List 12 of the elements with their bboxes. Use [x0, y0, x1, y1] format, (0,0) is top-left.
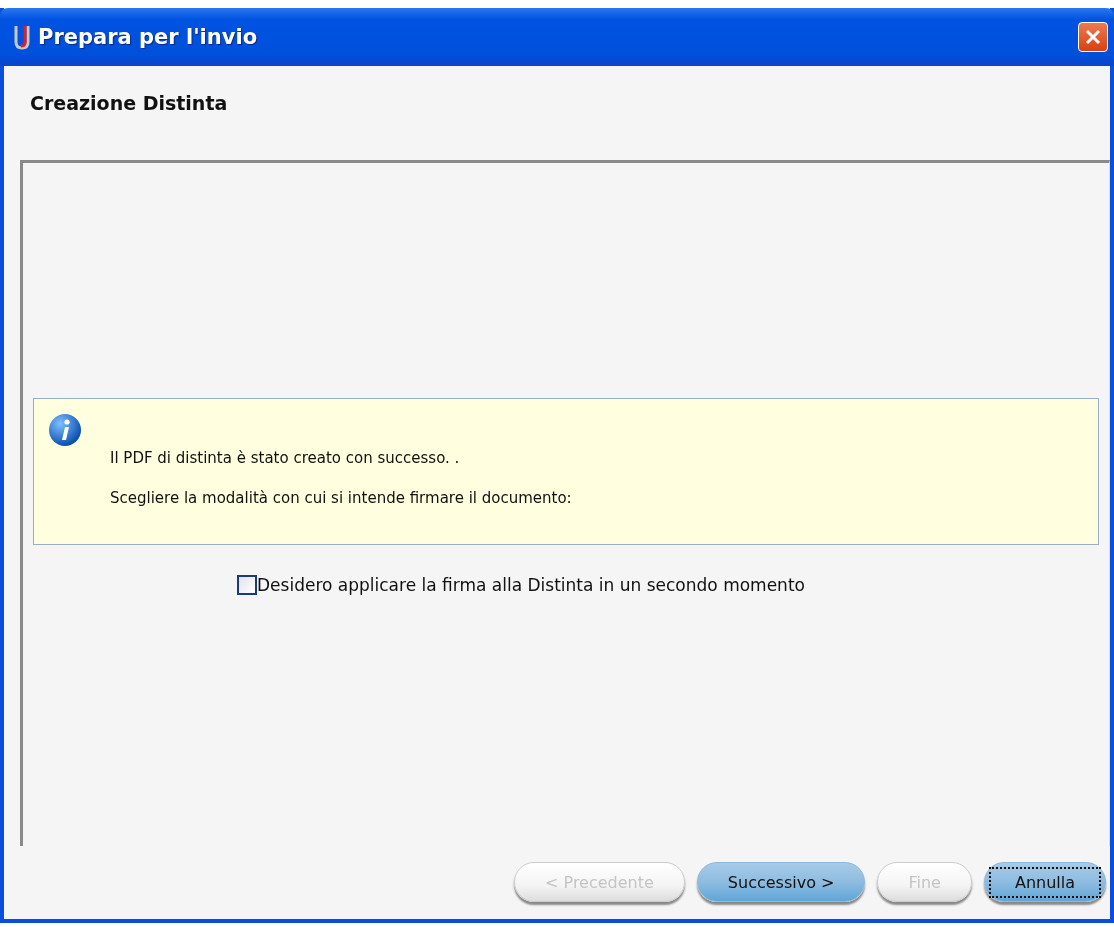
close-icon — [1084, 28, 1102, 46]
wizard-button[interactable]: Annulla — [983, 862, 1106, 902]
close-button[interactable] — [1078, 22, 1108, 52]
info-message: Scegliere la modalità con cui si intende firmare il documento: — [110, 489, 573, 507]
app-logo-icon — [14, 24, 30, 50]
wizard-button[interactable]: Successivo > — [696, 862, 866, 902]
info-icon — [48, 413, 82, 447]
checkbox[interactable] — [237, 575, 258, 595]
info-message: Il PDF di distinta è stato creato con successo. . — [110, 449, 461, 467]
window-title: Prepara per l'invio — [38, 25, 259, 49]
checkbox-label: Desidero applicare la firma alla Distinta in un secondo momento — [257, 575, 805, 595]
page-heading: Creazione Distinta — [30, 92, 228, 114]
